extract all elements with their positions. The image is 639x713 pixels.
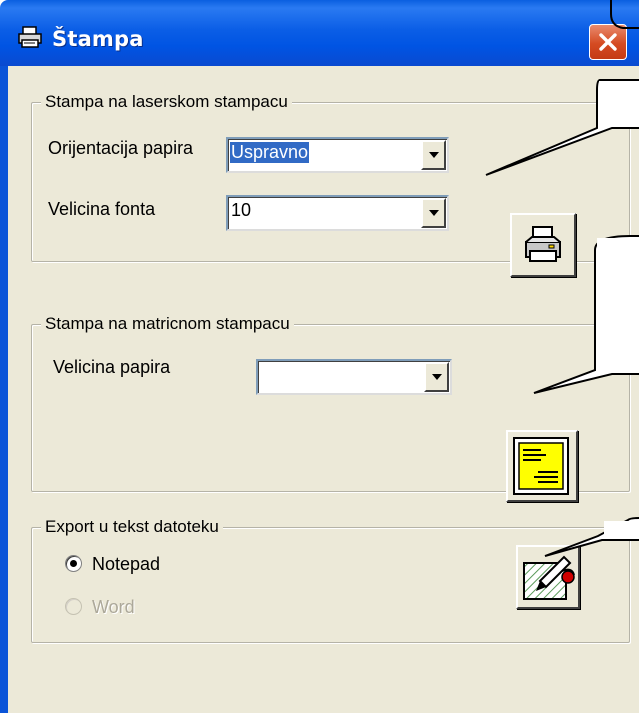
radio-notepad-button[interactable]: [65, 555, 82, 572]
matrix-group-label: Stampa na matricnom stampacu: [41, 314, 294, 334]
close-icon: [599, 33, 617, 51]
radio-notepad-label: Notepad: [92, 554, 161, 574]
orientation-label: Orijentacija papira: [48, 138, 194, 158]
title-bar[interactable]: Štampa: [0, 0, 639, 66]
export-group: Export u tekst datoteku Notepad Word: [31, 517, 630, 643]
orientation-dropdown-button[interactable]: [421, 140, 446, 170]
export-button[interactable]: [516, 545, 580, 609]
printer-icon: [525, 226, 561, 262]
printer-icon: [18, 26, 42, 48]
document-preview-icon: [513, 437, 569, 495]
font-size-label: Velicina fonta: [48, 199, 156, 219]
chevron-down-icon: [432, 374, 442, 380]
window-title: Štampa: [52, 27, 144, 51]
radio-word: Word: [65, 597, 205, 619]
pen-document-icon: [523, 555, 575, 600]
radio-word-button: [65, 598, 82, 615]
matrix-print-button[interactable]: [506, 430, 578, 502]
radio-selected-dot: [70, 560, 77, 567]
paper-size-dropdown-button[interactable]: [424, 362, 449, 392]
close-button[interactable]: [589, 24, 627, 60]
chevron-down-icon: [429, 210, 439, 216]
laser-print-button[interactable]: [510, 213, 576, 277]
font-size-dropdown-button[interactable]: [421, 198, 446, 228]
laser-print-group: Stampa na laserskom stampacu Orijentacij…: [31, 92, 630, 277]
dialog-body: Stampa na laserskom stampacu Orijentacij…: [0, 66, 639, 713]
orientation-select[interactable]: Uspravno: [226, 137, 449, 173]
radio-word-label: Word: [92, 597, 135, 617]
paper-size-select[interactable]: [256, 359, 452, 395]
export-group-label: Export u tekst datoteku: [41, 517, 223, 537]
paper-size-label: Velicina papira: [53, 357, 171, 377]
matrix-print-group: Stampa na matricnom stampacu Velicina pa…: [31, 314, 630, 502]
font-size-value: 10: [231, 200, 252, 220]
radio-notepad[interactable]: Notepad: [65, 554, 205, 576]
chevron-down-icon: [429, 152, 439, 158]
laser-group-label: Stampa na laserskom stampacu: [41, 92, 292, 112]
stampa-dialog: Štampa Stampa na laserskom stampacu Orij…: [0, 0, 639, 713]
font-size-select[interactable]: 10: [226, 195, 449, 231]
orientation-value: Uspravno: [230, 142, 310, 163]
